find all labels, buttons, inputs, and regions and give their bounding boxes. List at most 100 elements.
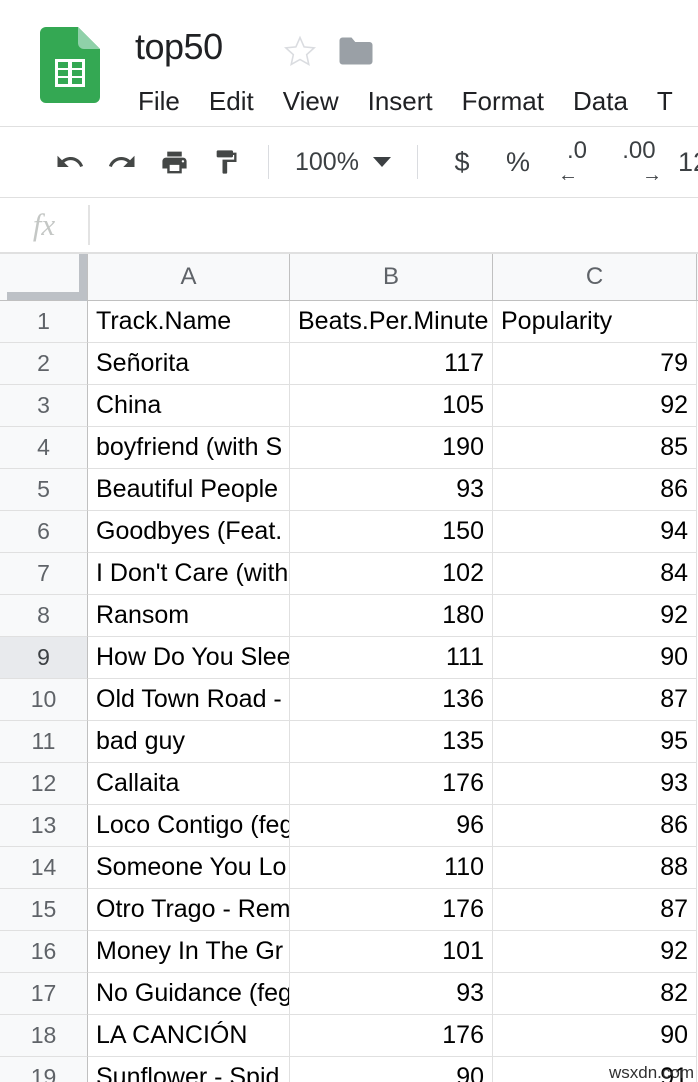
row-header[interactable]: 18 [0,1015,88,1057]
paint-format-button[interactable] [200,138,252,186]
increase-decimal-button[interactable]: .00 → [608,138,670,186]
cell-a16[interactable]: Money In The Gr [88,931,290,973]
row-header[interactable]: 17 [0,973,88,1015]
cell-a12[interactable]: Callaita [88,763,290,805]
cell-a4[interactable]: boyfriend (with S [88,427,290,469]
cell-b4[interactable]: 190 [290,427,493,469]
row-header[interactable]: 12 [0,763,88,805]
redo-button[interactable] [96,138,148,186]
folder-icon[interactable] [338,36,374,66]
cell-b19[interactable]: 90 [290,1057,493,1082]
menu-item-format[interactable]: Format [462,85,544,117]
currency-format-button[interactable]: $ [434,138,490,186]
cell-b17[interactable]: 93 [290,973,493,1015]
cell-c6[interactable]: 94 [493,511,697,553]
row-header[interactable]: 3 [0,385,88,427]
cell-a5[interactable]: Beautiful People [88,469,290,511]
cell-a8[interactable]: Ransom [88,595,290,637]
menu-item-edit[interactable]: Edit [209,85,254,117]
menu-item-tools[interactable]: T [657,85,673,117]
cell-c10[interactable]: 87 [493,679,697,721]
cell-b1[interactable]: Beats.Per.Minute [290,301,493,343]
document-title[interactable]: top50 [135,26,223,68]
row-header[interactable]: 11 [0,721,88,763]
row-header[interactable]: 13 [0,805,88,847]
cell-b12[interactable]: 176 [290,763,493,805]
cell-a11[interactable]: bad guy [88,721,290,763]
cell-c11[interactable]: 95 [493,721,697,763]
column-header-c[interactable]: C [493,254,697,300]
cell-b8[interactable]: 180 [290,595,493,637]
cell-a9[interactable]: How Do You Slee [88,637,290,679]
cell-c5[interactable]: 86 [493,469,697,511]
menu-item-insert[interactable]: Insert [368,85,433,117]
formula-input[interactable] [88,205,698,245]
cell-b15[interactable]: 176 [290,889,493,931]
menu-item-data[interactable]: Data [573,85,628,117]
cell-a14[interactable]: Someone You Lo [88,847,290,889]
cell-c7[interactable]: 84 [493,553,697,595]
cell-a3[interactable]: China [88,385,290,427]
cell-c15[interactable]: 87 [493,889,697,931]
cell-a6[interactable]: Goodbyes (Feat. [88,511,290,553]
cell-b2[interactable]: 117 [290,343,493,385]
row-header[interactable]: 16 [0,931,88,973]
row-header[interactable]: 4 [0,427,88,469]
zoom-selector[interactable]: 100% [285,148,401,177]
cell-c3[interactable]: 92 [493,385,697,427]
row-header[interactable]: 14 [0,847,88,889]
cell-a2[interactable]: Señorita [88,343,290,385]
row-header[interactable]: 9 [0,637,88,679]
row-header[interactable]: 1 [0,301,88,343]
cell-a18[interactable]: LA CANCIÓN [88,1015,290,1057]
menu-item-view[interactable]: View [283,85,339,117]
cell-c4[interactable]: 85 [493,427,697,469]
cell-b9[interactable]: 111 [290,637,493,679]
cell-c17[interactable]: 82 [493,973,697,1015]
cell-c18[interactable]: 90 [493,1015,697,1057]
row-header[interactable]: 2 [0,343,88,385]
cell-b18[interactable]: 176 [290,1015,493,1057]
cell-a15[interactable]: Otro Trago - Rem [88,889,290,931]
star-outline-icon[interactable] [283,34,317,68]
cell-a19[interactable]: Sunflower - Spid [88,1057,290,1082]
cell-c9[interactable]: 90 [493,637,697,679]
cell-c2[interactable]: 79 [493,343,697,385]
cell-b6[interactable]: 150 [290,511,493,553]
cell-b7[interactable]: 102 [290,553,493,595]
cell-b14[interactable]: 110 [290,847,493,889]
row-header[interactable]: 10 [0,679,88,721]
cell-b16[interactable]: 101 [290,931,493,973]
cell-b11[interactable]: 135 [290,721,493,763]
cell-b3[interactable]: 105 [290,385,493,427]
row-header[interactable]: 5 [0,469,88,511]
cell-a1[interactable]: Track.Name [88,301,290,343]
cell-a13[interactable]: Loco Contigo (feɡ [88,805,290,847]
cell-c19[interactable]: 91 [493,1057,697,1082]
column-header-b[interactable]: B [290,254,493,300]
cell-c14[interactable]: 88 [493,847,697,889]
cell-c8[interactable]: 92 [493,595,697,637]
undo-button[interactable] [44,138,96,186]
cell-c1[interactable]: Popularity [493,301,697,343]
column-header-a[interactable]: A [88,254,290,300]
menu-item-file[interactable]: File [138,85,180,117]
print-button[interactable] [148,138,200,186]
cell-a7[interactable]: I Don't Care (with [88,553,290,595]
cell-a10[interactable]: Old Town Road - [88,679,290,721]
cell-c13[interactable]: 86 [493,805,697,847]
cell-a17[interactable]: No Guidance (feɡ [88,973,290,1015]
cell-c16[interactable]: 92 [493,931,697,973]
row-header[interactable]: 6 [0,511,88,553]
row-header[interactable]: 7 [0,553,88,595]
cell-b13[interactable]: 96 [290,805,493,847]
function-icon[interactable]: fx [0,207,88,243]
select-all-corner[interactable] [0,254,88,300]
cell-b10[interactable]: 136 [290,679,493,721]
cell-b5[interactable]: 93 [290,469,493,511]
row-header[interactable]: 19 [0,1057,88,1082]
decrease-decimal-button[interactable]: .0 ← [546,138,608,186]
percent-format-button[interactable]: % [490,138,546,186]
row-header[interactable]: 15 [0,889,88,931]
cell-c12[interactable]: 93 [493,763,697,805]
